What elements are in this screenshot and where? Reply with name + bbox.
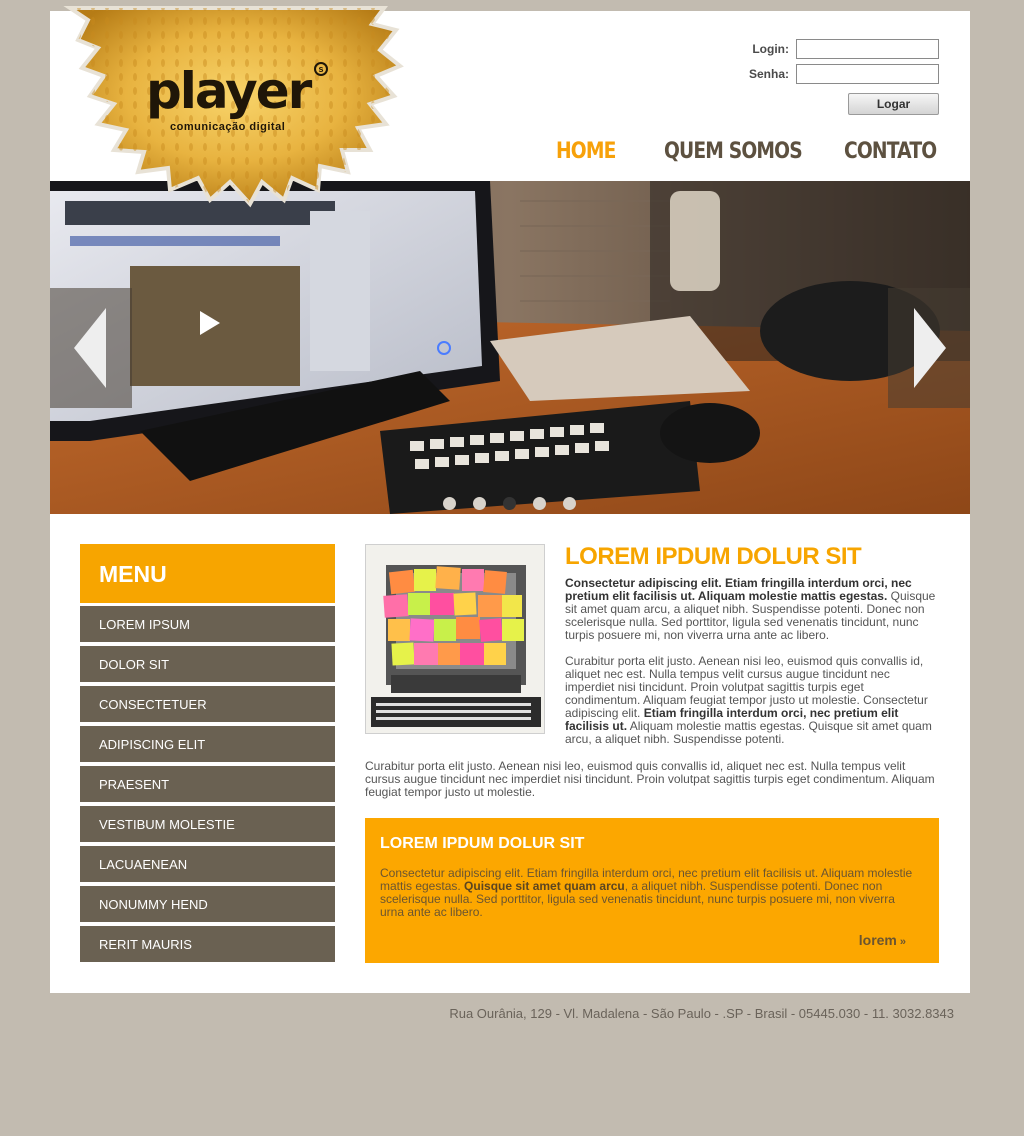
menu-item-rerit-mauris[interactable]: RERIT MAURIS	[80, 926, 335, 963]
hero-image	[50, 181, 970, 514]
slider-prev-button[interactable]	[50, 288, 132, 408]
article-p1-bold: Consectetur adipiscing elit. Etiam fring…	[565, 576, 912, 603]
menu-item-vestibum-molestie[interactable]: VESTIBUM MOLESTIE	[80, 806, 335, 843]
slider-dot-3[interactable]	[503, 497, 516, 510]
login-label: Login:	[752, 41, 789, 56]
lorem-link-label: lorem	[858, 932, 897, 948]
box-text-bold: Quisque sit amet quam arcu	[460, 879, 625, 893]
login-form: Login: Senha: Logar	[739, 38, 939, 115]
menu-item-lorem-ipsum[interactable]: LOREM IPSUM	[80, 606, 335, 643]
article-paragraph-1: Consectetur adipiscing elit. Etiam fring…	[565, 577, 939, 642]
lorem-link[interactable]: lorem»	[859, 932, 906, 948]
sticky-notes-computer-image	[366, 545, 544, 733]
password-input[interactable]	[796, 63, 939, 84]
menu-item-adipiscing-elit[interactable]: ADIPISCING ELIT	[80, 726, 335, 763]
logo-superscript: s	[314, 62, 328, 76]
chevron-left-icon	[74, 308, 106, 388]
slider-dots	[443, 497, 593, 510]
slider-dot-4[interactable]	[533, 497, 546, 510]
article-body: Consectetur adipiscing elit. Etiam fring…	[565, 577, 939, 759]
menu-title: MENU	[80, 544, 335, 603]
highlight-box: LOREM IPDUM DOLUR SIT Consectetur adipis…	[365, 818, 939, 963]
password-label: Senha:	[748, 66, 789, 81]
password-row: Senha:	[739, 63, 939, 84]
highlight-box-title: LOREM IPDUM DOLUR SIT	[380, 835, 585, 852]
slider-dot-2[interactable]	[473, 497, 486, 510]
slider-next-button[interactable]	[888, 288, 970, 408]
slider-dot-1[interactable]	[443, 497, 456, 510]
login-row: Login:	[739, 38, 939, 59]
main-nav: HOME QUEM SOMOS CONTATO	[556, 139, 953, 164]
login-input[interactable]	[796, 38, 939, 59]
article-photo	[365, 544, 545, 734]
nav-contato[interactable]: CONTATO	[844, 139, 937, 164]
article-title: LOREM IPDUM DOLUR SIT	[565, 543, 862, 570]
side-menu: MENU LOREM IPSUM DOLOR SIT CONSECTETUER …	[80, 544, 335, 966]
login-button[interactable]: Logar	[848, 93, 939, 115]
logo-wordmark: player	[146, 62, 312, 120]
menu-item-praesent[interactable]: PRAESENT	[80, 766, 335, 803]
page-container: player s comunicação digital Login: Senh…	[50, 6, 970, 993]
chevron-right-icon	[914, 308, 946, 388]
article-paragraph-2: Curabitur porta elit justo. Aenean nisi …	[565, 655, 939, 746]
highlight-box-text: Consectetur adipiscing elit. Etiam fring…	[380, 867, 915, 919]
menu-item-consectetuer[interactable]: CONSECTETUER	[80, 686, 335, 723]
nav-quem-somos[interactable]: QUEM SOMOS	[664, 139, 817, 164]
menu-item-lacuaenean[interactable]: LACUAENEAN	[80, 846, 335, 883]
nav-home[interactable]: HOME	[556, 139, 648, 164]
slider-dot-5[interactable]	[563, 497, 576, 510]
menu-item-dolor-sit[interactable]: DOLOR SIT	[80, 646, 335, 683]
logo-tagline: comunicação digital	[170, 121, 286, 133]
double-chevron-right-icon: »	[899, 936, 906, 948]
hero-slider	[50, 181, 970, 514]
footer-address: Rua Ourânia, 129 - Vl. Madalena - São Pa…	[449, 1006, 954, 1021]
logo[interactable]: player s comunicação digital	[58, 0, 408, 212]
menu-item-nonummy-hend[interactable]: NONUMMY HEND	[80, 886, 335, 923]
article-paragraph-3: Curabitur porta elit justo. Aenean nisi …	[365, 759, 935, 799]
